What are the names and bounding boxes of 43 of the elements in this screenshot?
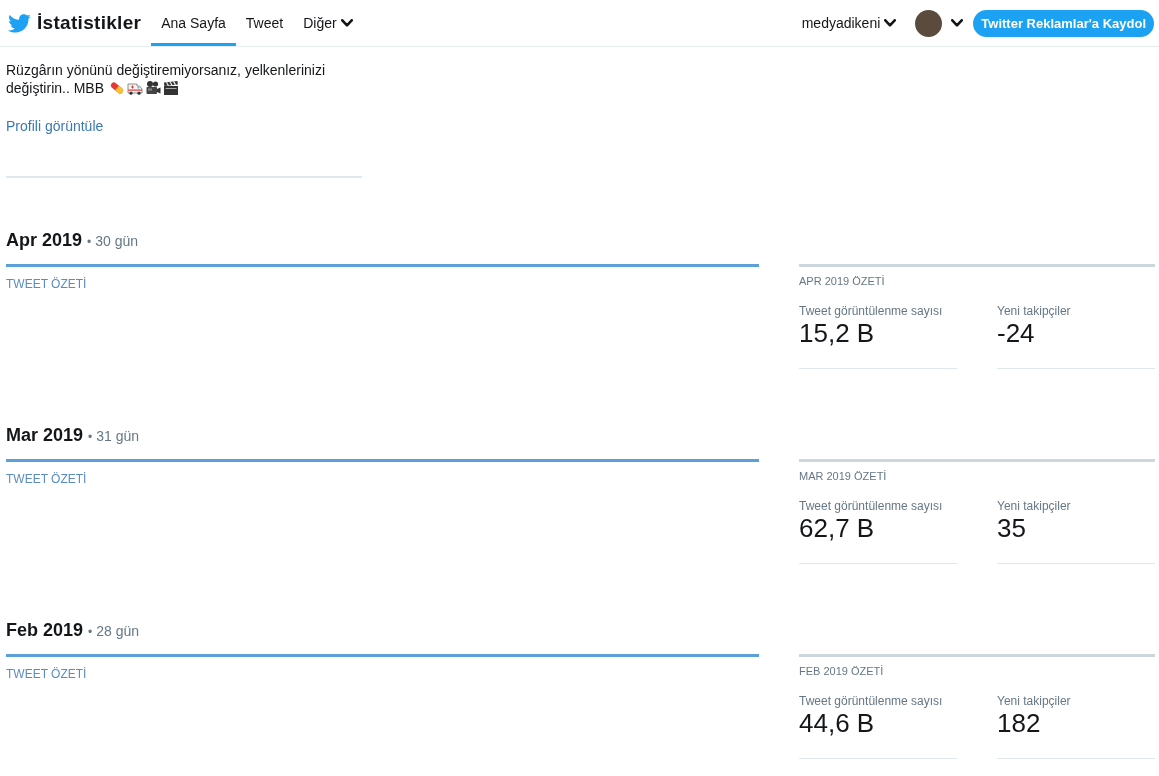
account-menu[interactable]: medyadikeni xyxy=(801,15,897,31)
metric-label: Tweet görüntülenme sayısı xyxy=(799,694,944,708)
view-profile-link[interactable]: Profili görüntüle xyxy=(6,117,104,135)
movie-camera-icon xyxy=(145,80,162,96)
profile-bio-line: değiştirin.. MBB xyxy=(6,79,105,97)
chevron-down-icon[interactable] xyxy=(951,19,964,27)
metric-label: Yeni takipçiler xyxy=(997,694,1072,708)
separator-dot: • xyxy=(88,429,93,446)
month-title: Apr 2019 xyxy=(6,229,83,252)
tweet-summary-label: TWEET ÖZETİ xyxy=(6,472,87,486)
metric-label: Tweet görüntülenme sayısı xyxy=(799,499,944,513)
month-title: Feb 2019 xyxy=(6,619,84,642)
bird-logo-icon[interactable] xyxy=(7,13,31,33)
chevron-down-icon[interactable] xyxy=(340,19,353,27)
metric-value: 15,2 B xyxy=(799,318,876,348)
metric-value: 35 xyxy=(997,513,1027,543)
separator-dot: • xyxy=(87,234,92,251)
day-count: 28 gün xyxy=(96,622,140,641)
metric-value: -24 xyxy=(997,318,1036,348)
metric-value: 182 xyxy=(997,708,1042,738)
clapperboard-icon xyxy=(163,80,180,96)
month-title: Mar 2019 xyxy=(6,424,84,447)
tweet-summary-label: TWEET ÖZETİ xyxy=(6,667,87,681)
metric-label: Yeni takipçiler xyxy=(997,304,1072,318)
metric-label: Tweet görüntülenme sayısı xyxy=(799,304,944,318)
chevron-down-icon[interactable] xyxy=(884,19,897,27)
ambulance-icon xyxy=(127,80,144,96)
profile-bio-line: Rüzgârın yönünü değiştiremiyorsanız, yelkenlerinizi xyxy=(6,61,326,79)
summary-title: FEB 2019 ÖZETİ xyxy=(799,664,885,678)
metric-value: 62,7 B xyxy=(799,513,876,543)
tweet-summary-label: TWEET ÖZETİ xyxy=(6,277,87,291)
nav-tab[interactable]: Diğer xyxy=(293,0,363,46)
summary-title: APR 2019 ÖZETİ xyxy=(799,274,886,288)
page-title: İstatistikler xyxy=(37,12,142,34)
nav-tab[interactable]: Tweet xyxy=(235,0,294,46)
separator-dot: • xyxy=(88,624,93,641)
metric-label: Yeni takipçiler xyxy=(997,499,1072,513)
day-count: 30 gün xyxy=(95,232,139,251)
day-count: 31 gün xyxy=(96,427,140,446)
nav-tab[interactable]: Ana Sayfa xyxy=(151,0,236,46)
avatar[interactable] xyxy=(915,9,943,37)
summary-title: MAR 2019 ÖZETİ xyxy=(799,469,888,483)
metric-value: 44,6 B xyxy=(799,708,876,738)
